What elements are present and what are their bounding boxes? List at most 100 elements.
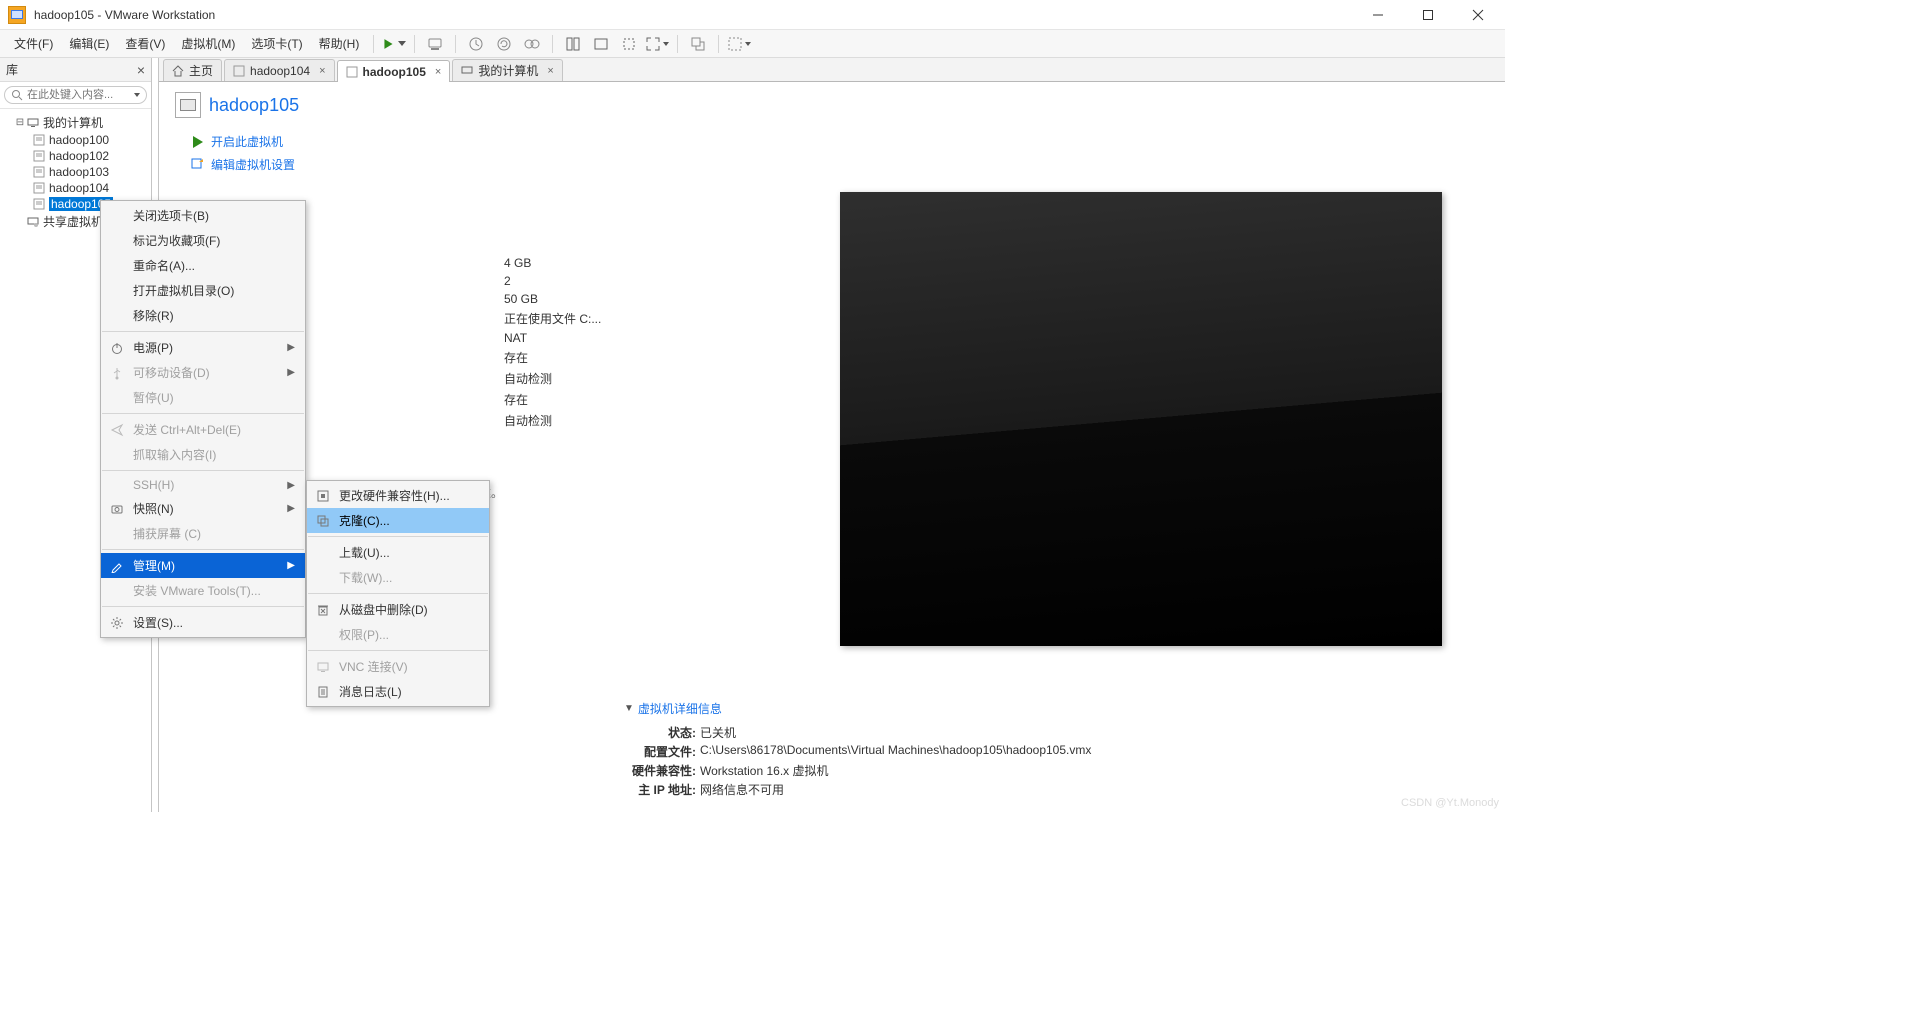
view-thumbnails-button[interactable] <box>561 33 585 55</box>
tabbar: 主页 hadoop104× hadoop105× 我的计算机× <box>159 58 1505 82</box>
tab-home[interactable]: 主页 <box>163 59 222 81</box>
detail-label-ip: 主 IP 地址: <box>624 781 696 798</box>
menu-item[interactable]: 设置(S)... <box>101 610 305 635</box>
tab-my-computer[interactable]: 我的计算机× <box>452 59 562 81</box>
vm-icon <box>32 198 46 210</box>
tree-vm-hadoop102[interactable]: hadoop102 <box>2 148 149 164</box>
snapshot-manager-button[interactable] <box>520 33 544 55</box>
hw-cdrom: 正在使用文件 C:... <box>504 310 601 327</box>
menu-item[interactable]: 消息日志(L) <box>307 679 489 704</box>
tree-vm-hadoop103[interactable]: hadoop103 <box>2 164 149 180</box>
power-on-button[interactable] <box>382 33 406 55</box>
view-console-button[interactable] <box>727 33 751 55</box>
view-unity-button[interactable] <box>686 33 710 55</box>
detail-label-compat: 硬件兼容性: <box>624 762 696 779</box>
hw-cpu: 2 <box>504 274 511 288</box>
minimize-button[interactable] <box>1363 5 1393 25</box>
vm-icon <box>346 66 358 78</box>
vm-icon <box>32 182 46 194</box>
tab-hadoop105[interactable]: hadoop105× <box>337 60 451 82</box>
snapshot-revert-button[interactable] <box>492 33 516 55</box>
menu-item[interactable]: 从磁盘中删除(D) <box>307 597 489 622</box>
search-dropdown-icon[interactable] <box>134 93 140 97</box>
vm-preview <box>840 192 1442 646</box>
edit-vm-link[interactable]: 编辑虚拟机设置 <box>175 153 430 176</box>
menu-item-label: 快照(N) <box>133 500 259 517</box>
menu-item-label: 上载(U)... <box>339 544 479 561</box>
menu-item: 发送 Ctrl+Alt+Del(E) <box>101 417 305 442</box>
view-fullscreen-button[interactable] <box>645 33 669 55</box>
hw-display: 自动检测 <box>504 412 552 429</box>
computer-icon <box>26 117 40 129</box>
vm-icon <box>32 166 46 178</box>
menu-item-label: 权限(P)... <box>339 626 479 643</box>
close-button[interactable] <box>1463 5 1493 25</box>
vm-icon <box>32 134 46 146</box>
menu-item[interactable]: 克隆(C)... <box>307 508 489 533</box>
menu-item[interactable]: 移除(R) <box>101 303 305 328</box>
usb-icon <box>109 366 125 380</box>
menu-item-label: 可移动设备(D) <box>133 364 259 381</box>
menu-edit[interactable]: 编辑(E) <box>61 31 117 56</box>
menu-item[interactable]: 标记为收藏项(F) <box>101 228 305 253</box>
menu-item-label: 消息日志(L) <box>339 683 479 700</box>
details-header[interactable]: ▼虚拟机详细信息 <box>624 700 1091 717</box>
send-icon <box>109 423 125 437</box>
vnc-icon <box>315 660 331 674</box>
library-title: 库 <box>6 61 18 78</box>
start-vm-link[interactable]: 开启此虚拟机 <box>175 130 430 153</box>
submenu-arrow-icon: ▶ <box>287 503 295 514</box>
tab-close-icon[interactable]: × <box>319 65 325 77</box>
menu-item[interactable]: 快照(N) ▶ <box>101 496 305 521</box>
tree-root-my-computer[interactable]: ⊟我的计算机 <box>2 113 149 132</box>
tab-close-icon[interactable]: × <box>435 66 441 78</box>
menu-item[interactable]: 上载(U)... <box>307 540 489 565</box>
menu-item[interactable]: 更改硬件兼容性(H)... <box>307 483 489 508</box>
detail-value-compat: Workstation 16.x 虚拟机 <box>700 762 829 779</box>
menu-item-label: 更改硬件兼容性(H)... <box>339 487 479 504</box>
menu-item-label: 重命名(A)... <box>133 257 295 274</box>
menu-item[interactable]: 关闭选项卡(B) <box>101 203 305 228</box>
manage-icon <box>109 559 125 573</box>
menu-view[interactable]: 查看(V) <box>117 31 173 56</box>
menu-item: 权限(P)... <box>307 622 489 647</box>
menu-item: 捕获屏幕 (C) <box>101 521 305 546</box>
menu-item-label: 抓取输入内容(I) <box>133 446 295 463</box>
log-icon <box>315 685 331 699</box>
vm-icon <box>32 150 46 162</box>
snapshot-take-button[interactable] <box>464 33 488 55</box>
hw-sound: 自动检测 <box>504 370 552 387</box>
menu-tabs[interactable]: 选项卡(T) <box>243 31 310 56</box>
menu-file[interactable]: 文件(F) <box>6 31 61 56</box>
search-icon <box>11 89 23 101</box>
edit-icon <box>191 158 205 172</box>
send-cad-button[interactable] <box>423 33 447 55</box>
menu-item[interactable]: 电源(P)▶ <box>101 335 305 360</box>
shared-icon <box>26 216 40 228</box>
menu-item[interactable]: 管理(M)▶ <box>101 553 305 578</box>
hw-memory: 4 GB <box>504 256 531 270</box>
menu-item: 抓取输入内容(I) <box>101 442 305 467</box>
menu-item: 安装 VMware Tools(T)... <box>101 578 305 603</box>
library-search[interactable] <box>4 86 147 104</box>
tree-vm-hadoop104[interactable]: hadoop104 <box>2 180 149 196</box>
menu-item-label: 设置(S)... <box>133 614 295 631</box>
library-close-icon[interactable]: × <box>137 62 145 78</box>
menu-item: VNC 连接(V) <box>307 654 489 679</box>
menu-vm[interactable]: 虚拟机(M) <box>173 31 243 56</box>
menu-item-label: 捕获屏幕 (C) <box>133 525 295 542</box>
maximize-button[interactable] <box>1413 5 1443 25</box>
hw-usb: 存在 <box>504 349 528 366</box>
tab-close-icon[interactable]: × <box>547 65 553 77</box>
menu-help[interactable]: 帮助(H) <box>311 31 368 56</box>
view-single-button[interactable] <box>589 33 613 55</box>
play-icon <box>191 135 205 149</box>
hardware-values: 4 GB 2 50 GB 正在使用文件 C:... NAT 存在 自动检测 存在… <box>504 254 601 431</box>
library-search-input[interactable] <box>23 88 134 102</box>
detail-value-state: 已关机 <box>700 724 736 741</box>
menu-item[interactable]: 打开虚拟机目录(O) <box>101 278 305 303</box>
tab-hadoop104[interactable]: hadoop104× <box>224 59 335 81</box>
menu-item[interactable]: 重命名(A)... <box>101 253 305 278</box>
tree-vm-hadoop100[interactable]: hadoop100 <box>2 132 149 148</box>
view-fit-button[interactable] <box>617 33 641 55</box>
